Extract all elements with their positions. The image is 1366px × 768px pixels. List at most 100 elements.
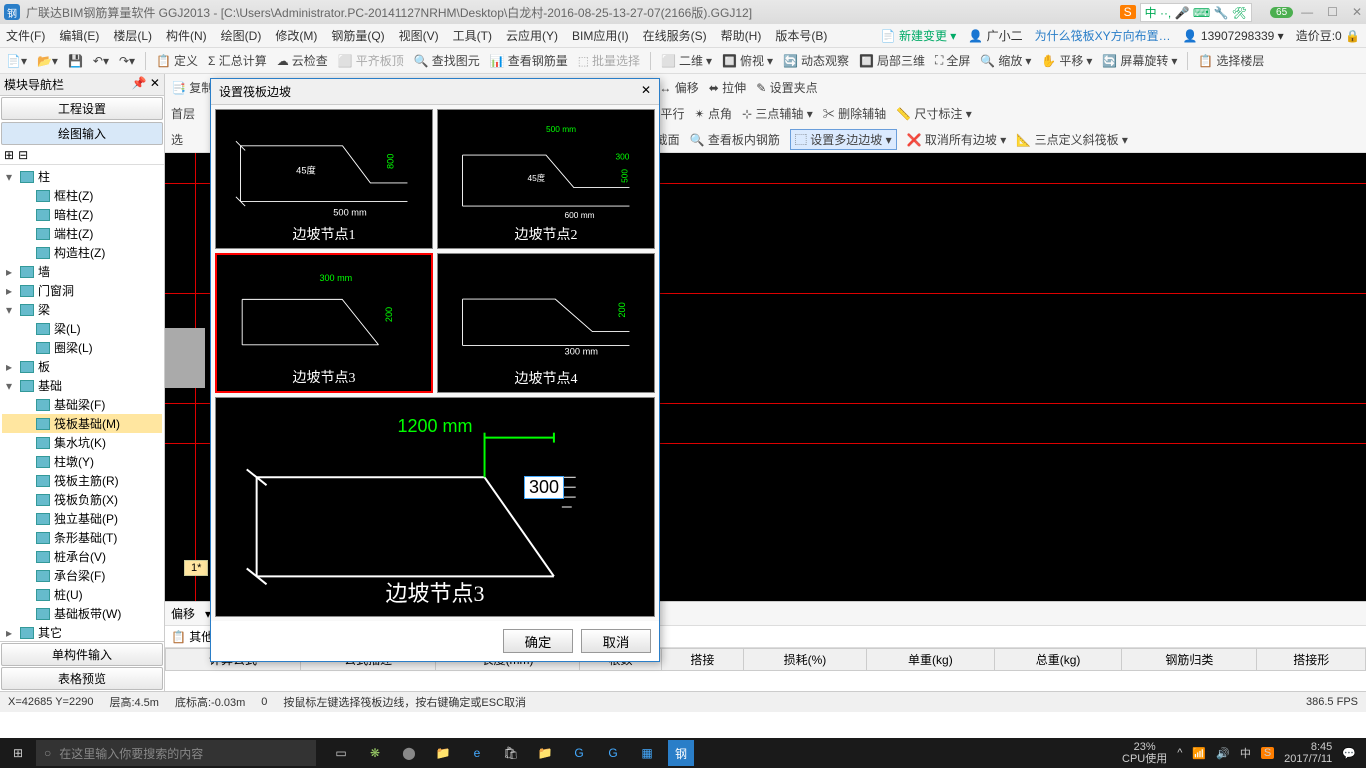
undo-icon[interactable]: ↶▾ — [93, 54, 109, 68]
tree-node[interactable]: 构造柱(Z) — [2, 243, 162, 262]
close-icon[interactable]: ✕ — [1352, 5, 1362, 19]
tray-ime-icon[interactable]: 中 — [1240, 745, 1251, 761]
menu-tool[interactable]: 工具(T) — [453, 27, 492, 44]
pan-button[interactable]: ✋ 平移 ▾ — [1041, 52, 1092, 69]
new-icon[interactable]: 📄▾ — [6, 54, 27, 68]
rotate-button[interactable]: 🔄 屏幕旋转 ▾ — [1102, 52, 1177, 69]
delete-aux-button[interactable]: ✂ 删除辅轴 — [823, 105, 886, 122]
offset-button[interactable]: ↔ 偏移 — [659, 79, 698, 96]
menu-component[interactable]: 构件(N) — [166, 27, 207, 44]
tree-node[interactable]: ▸板 — [2, 357, 162, 376]
tray-net-icon[interactable]: 📶 — [1192, 747, 1206, 760]
phone[interactable]: 👤 13907298339 ▾ — [1183, 29, 1284, 43]
tree-node[interactable]: 筏板负筋(X) — [2, 490, 162, 509]
find-element-button[interactable]: 🔍 查找图元 — [414, 52, 480, 69]
tray-vol-icon[interactable]: 🔊 — [1216, 747, 1230, 760]
menu-rebar[interactable]: 钢筋量(Q) — [331, 27, 384, 44]
dynamic-view-button[interactable]: 🔄 动态观察 — [783, 52, 849, 69]
fullscreen-button[interactable]: ⛶ 全屏 — [935, 52, 970, 69]
user1[interactable]: 👤 广小二 — [968, 27, 1022, 44]
panel-pin-icon[interactable]: 📌 ✕ — [132, 76, 160, 93]
task-app2[interactable]: ⬤ — [396, 740, 422, 766]
task-app1[interactable]: ❋ — [362, 740, 388, 766]
clock[interactable]: 8:45 2017/7/11 — [1284, 741, 1332, 765]
cloud-check-button[interactable]: ☁ 云检查 — [277, 52, 328, 69]
batch-select-button[interactable]: ⬚ 批量选择 — [578, 52, 640, 69]
tree-node[interactable]: ▾基础 — [2, 376, 162, 395]
dialog-ok-button[interactable]: 确定 — [503, 629, 573, 653]
three-point-slab-button[interactable]: 📐 三点定义斜筏板 ▾ — [1016, 131, 1128, 148]
define-button[interactable]: 📋 定义 — [156, 52, 198, 69]
select-floor-button[interactable]: 📋 选择楼层 — [1198, 52, 1264, 69]
task-store[interactable]: 🛍 — [498, 740, 524, 766]
top-view-button[interactable]: 🔲 俯视 ▾ — [722, 52, 773, 69]
preview-dim-height[interactable]: 300 — [524, 476, 564, 499]
task-edge[interactable]: e — [464, 740, 490, 766]
tree-node[interactable]: ▸其它 — [2, 623, 162, 641]
draw-input-button[interactable]: 绘图输入 — [1, 122, 163, 145]
point-angle-button[interactable]: ✴ 点角 — [695, 105, 732, 122]
save-icon[interactable]: 💾 — [68, 54, 83, 68]
menu-edit[interactable]: 编辑(E) — [59, 27, 99, 44]
collapse-icon[interactable]: ⊟ — [18, 148, 28, 162]
menu-online[interactable]: 在线服务(S) — [643, 27, 707, 44]
menu-floor[interactable]: 楼层(L) — [113, 27, 152, 44]
menu-cloud[interactable]: 云应用(Y) — [506, 27, 558, 44]
stretch-button[interactable]: ⬌ 拉伸 — [709, 79, 746, 96]
open-icon[interactable]: 📂▾ — [37, 54, 58, 68]
tree-node[interactable]: 圈梁(L) — [2, 338, 162, 357]
redo-icon[interactable]: ↷▾ — [119, 54, 135, 68]
project-settings-button[interactable]: 工程设置 — [1, 97, 163, 120]
menu-help[interactable]: 帮助(H) — [721, 27, 762, 44]
cost[interactable]: 造价豆:0 🔒 — [1296, 27, 1360, 44]
slope-option-3[interactable]: 300 mm 200 边坡节点3 — [215, 253, 433, 393]
tree-node[interactable]: 暗柱(Z) — [2, 205, 162, 224]
task-app5[interactable]: ▦ — [634, 740, 660, 766]
tip-link[interactable]: 为什么筏板XY方向布置… — [1035, 27, 1171, 44]
menu-file[interactable]: 文件(F) — [6, 27, 45, 44]
tree-node[interactable]: 桩(U) — [2, 585, 162, 604]
menu-draw[interactable]: 绘图(D) — [221, 27, 262, 44]
tray-up-icon[interactable]: ^ — [1177, 747, 1182, 759]
copy-button[interactable]: 📑 复制 — [171, 79, 213, 96]
first-floor[interactable]: 首层 — [171, 105, 195, 122]
tray-sogou-icon[interactable]: S — [1261, 747, 1274, 759]
slope-option-1[interactable]: 45度 800 500 mm 边坡节点1 — [215, 109, 433, 249]
tree-node[interactable]: 筏板主筋(R) — [2, 471, 162, 490]
summary-button[interactable]: Σ 汇总计算 — [208, 52, 267, 69]
tree-node[interactable]: 基础梁(F) — [2, 395, 162, 414]
start-button[interactable]: ⊞ — [0, 738, 36, 768]
slope-option-2[interactable]: 500 mm 300 500 45度 600 mm 边坡节点2 — [437, 109, 655, 249]
tree-node[interactable]: ▸墙 — [2, 262, 162, 281]
menu-version[interactable]: 版本号(B) — [775, 27, 827, 44]
tree-node[interactable]: 框柱(Z) — [2, 186, 162, 205]
local-3d-button[interactable]: 🔲 局部三维 — [859, 52, 925, 69]
select-button[interactable]: 选 — [171, 131, 183, 148]
task-folder[interactable]: 📁 — [532, 740, 558, 766]
tree-node[interactable]: 柱墩(Y) — [2, 452, 162, 471]
task-app4[interactable]: G — [600, 740, 626, 766]
component-tree[interactable]: ▾柱框柱(Z)暗柱(Z)端柱(Z)构造柱(Z)▸墙▸门窗洞▾梁梁(L)圈梁(L)… — [0, 165, 164, 641]
task-app-active[interactable]: 钢 — [668, 740, 694, 766]
view-inner-rebar-button[interactable]: 🔍 查看板内钢筋 — [690, 131, 780, 148]
tree-node[interactable]: 承台梁(F) — [2, 566, 162, 585]
menu-modify[interactable]: 修改(M) — [275, 27, 317, 44]
minimize-icon[interactable]: — — [1301, 5, 1313, 19]
flat-top-button[interactable]: ⬜ 平齐板顶 — [338, 52, 404, 69]
dialog-cancel-button[interactable]: 取消 — [581, 629, 651, 653]
task-app3[interactable]: G — [566, 740, 592, 766]
single-component-button[interactable]: 单构件输入 — [1, 643, 163, 666]
zoom-button[interactable]: 🔍 缩放 ▾ — [980, 52, 1031, 69]
table-preview-button[interactable]: 表格预览 — [1, 667, 163, 690]
tree-node[interactable]: 集水坑(K) — [2, 433, 162, 452]
dialog-close-icon[interactable]: ✕ — [641, 83, 651, 100]
row-marker[interactable]: 1* — [184, 560, 208, 576]
tree-node[interactable]: 基础板带(W) — [2, 604, 162, 623]
slope-option-4[interactable]: 300 mm 200 边坡节点4 — [437, 253, 655, 393]
new-change-button[interactable]: 📄 新建变更 ▾ — [881, 27, 957, 44]
cancel-slopes-button[interactable]: ❌ 取消所有边坡 ▾ — [907, 131, 1007, 148]
notifications-icon[interactable]: 💬 — [1342, 747, 1356, 760]
task-explorer[interactable]: 📁 — [430, 740, 456, 766]
tree-node[interactable]: ▸门窗洞 — [2, 281, 162, 300]
search-box[interactable]: ○ 在这里输入你要搜索的内容 — [36, 740, 316, 766]
